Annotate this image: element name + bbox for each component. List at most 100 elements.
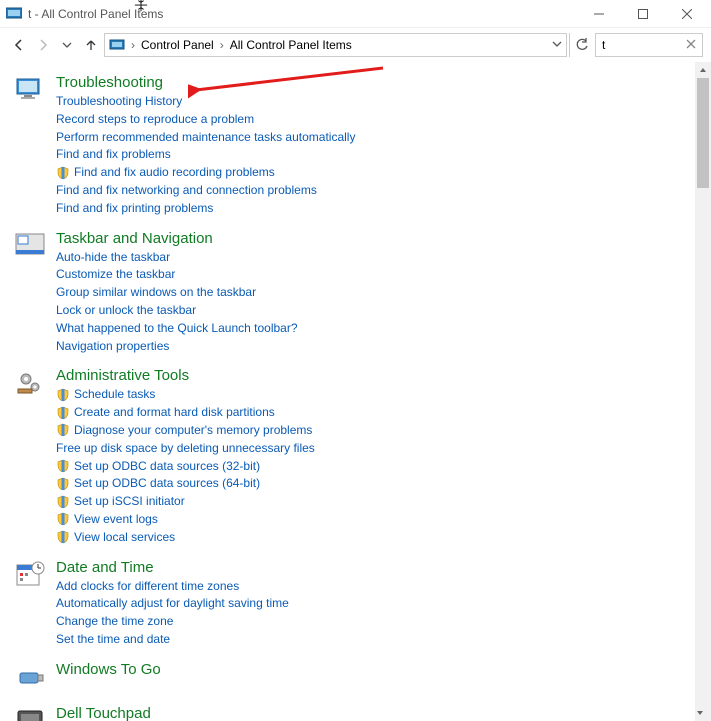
- breadcrumb-part-control-panel[interactable]: Control Panel: [137, 38, 218, 52]
- result-row: Find and fix networking and connection p…: [56, 182, 355, 199]
- uac-shield-icon: [56, 512, 70, 526]
- vertical-scrollbar[interactable]: [695, 62, 711, 721]
- result-link[interactable]: Create and format hard disk partitions: [74, 404, 275, 421]
- monitor-icon: [14, 74, 46, 106]
- result-link[interactable]: Schedule tasks: [74, 386, 155, 403]
- result-link[interactable]: Find and fix audio recording problems: [74, 164, 275, 181]
- category-title-dell-touchpad[interactable]: Dell Touchpad: [56, 705, 211, 721]
- app-icon: [6, 6, 22, 22]
- result-link[interactable]: Change the time zone: [56, 613, 173, 630]
- result-link[interactable]: Diagnose your computer's memory problems: [74, 422, 312, 439]
- up-button[interactable]: [80, 34, 102, 56]
- result-row: Customize the taskbar: [56, 266, 298, 283]
- result-row: Auto-hide the taskbar: [56, 249, 298, 266]
- address-dropdown-icon[interactable]: [552, 38, 562, 52]
- result-link[interactable]: Find and fix printing problems: [56, 200, 213, 217]
- result-link[interactable]: Record steps to reproduce a problem: [56, 111, 254, 128]
- address-bar[interactable]: › Control Panel › All Control Panel Item…: [104, 33, 567, 57]
- result-link[interactable]: Find and fix problems: [56, 146, 171, 163]
- refresh-button[interactable]: [569, 33, 593, 57]
- category-dell-touchpad: Dell TouchpadLaunch Mouse Control Panel: [14, 705, 697, 721]
- chevron-right-icon[interactable]: ›: [218, 38, 226, 52]
- result-link[interactable]: Free up disk space by deleting unnecessa…: [56, 440, 315, 457]
- nav-bar: › Control Panel › All Control Panel Item…: [0, 28, 711, 62]
- result-row: Change the time zone: [56, 613, 289, 630]
- result-link[interactable]: What happened to the Quick Launch toolba…: [56, 320, 298, 337]
- category-title-date-time[interactable]: Date and Time: [56, 559, 289, 576]
- result-row: Schedule tasks: [56, 386, 315, 403]
- result-row: Set the time and date: [56, 631, 289, 648]
- result-link[interactable]: Perform recommended maintenance tasks au…: [56, 129, 355, 146]
- uac-shield-icon: [56, 477, 70, 491]
- result-row: Set up iSCSI initiator: [56, 493, 315, 510]
- category-body: Date and Time Add clocks for different ti…: [56, 559, 289, 649]
- gears-icon: [14, 367, 46, 399]
- result-row: Find and fix problems: [56, 146, 355, 163]
- result-link[interactable]: Lock or unlock the taskbar: [56, 302, 196, 319]
- window-title: t - All Control Panel Items: [28, 7, 577, 21]
- result-row: Automatically adjust for daylight saving…: [56, 595, 289, 612]
- uac-shield-icon: [56, 495, 70, 509]
- uac-shield-icon: [56, 406, 70, 420]
- title-bar: t - All Control Panel Items: [0, 0, 711, 28]
- uac-shield-icon: [56, 423, 70, 437]
- result-link[interactable]: Auto-hide the taskbar: [56, 249, 170, 266]
- result-row: Diagnose your computer's memory problems: [56, 422, 315, 439]
- category-title-admin-tools[interactable]: Administrative Tools: [56, 367, 315, 384]
- minimize-button[interactable]: [577, 2, 621, 26]
- result-link[interactable]: Customize the taskbar: [56, 266, 175, 283]
- category-title-troubleshooting[interactable]: Troubleshooting: [56, 74, 355, 91]
- category-body: Windows To Go: [56, 661, 161, 680]
- result-link[interactable]: Troubleshooting History: [56, 93, 182, 110]
- result-link[interactable]: View local services: [74, 529, 175, 546]
- result-link[interactable]: Navigation properties: [56, 338, 169, 355]
- result-link[interactable]: Find and fix networking and connection p…: [56, 182, 317, 199]
- result-row: Lock or unlock the taskbar: [56, 302, 298, 319]
- results-pane: Troubleshooting Troubleshooting HistoryRe…: [0, 62, 711, 721]
- result-row: Set up ODBC data sources (32-bit): [56, 458, 315, 475]
- clear-search-icon[interactable]: [684, 38, 698, 52]
- scroll-down-arrow[interactable]: [695, 705, 705, 721]
- recent-dropdown-button[interactable]: [56, 34, 78, 56]
- search-box[interactable]: [595, 33, 703, 57]
- category-title-windows-to-go[interactable]: Windows To Go: [56, 661, 161, 678]
- maximize-button[interactable]: [621, 2, 665, 26]
- category-title-taskbar[interactable]: Taskbar and Navigation: [56, 230, 298, 247]
- result-row: Set up ODBC data sources (64-bit): [56, 475, 315, 492]
- result-link[interactable]: Set up ODBC data sources (32-bit): [74, 458, 260, 475]
- category-body: Troubleshooting Troubleshooting HistoryRe…: [56, 74, 355, 218]
- result-link[interactable]: View event logs: [74, 511, 158, 528]
- uac-shield-icon: [56, 166, 70, 180]
- scroll-up-arrow[interactable]: [695, 62, 711, 78]
- result-row: Free up disk space by deleting unnecessa…: [56, 440, 315, 457]
- search-input[interactable]: [600, 37, 684, 53]
- chevron-right-icon[interactable]: ›: [129, 38, 137, 52]
- close-button[interactable]: [665, 2, 709, 26]
- result-row: Create and format hard disk partitions: [56, 404, 315, 421]
- result-row: Add clocks for different time zones: [56, 578, 289, 595]
- result-link[interactable]: Group similar windows on the taskbar: [56, 284, 256, 301]
- category-body: Dell TouchpadLaunch Mouse Control Panel: [56, 705, 211, 721]
- category-date-time: Date and Time Add clocks for different ti…: [14, 559, 697, 649]
- category-body: Taskbar and Navigation Auto-hide the task…: [56, 230, 298, 356]
- category-troubleshooting: Troubleshooting Troubleshooting HistoryRe…: [14, 74, 697, 218]
- usb-icon: [14, 661, 46, 693]
- forward-button[interactable]: [32, 34, 54, 56]
- result-row: Find and fix audio recording problems: [56, 164, 355, 181]
- result-link[interactable]: Set the time and date: [56, 631, 170, 648]
- category-body: Administrative Tools Schedule tasksCreate…: [56, 367, 315, 546]
- breadcrumb-part-all-items[interactable]: All Control Panel Items: [226, 38, 356, 52]
- result-row: Find and fix printing problems: [56, 200, 355, 217]
- uac-shield-icon: [56, 459, 70, 473]
- result-row: View event logs: [56, 511, 315, 528]
- result-row: What happened to the Quick Launch toolba…: [56, 320, 298, 337]
- result-link[interactable]: Set up iSCSI initiator: [74, 493, 185, 510]
- back-button[interactable]: [8, 34, 30, 56]
- result-link[interactable]: Automatically adjust for daylight saving…: [56, 595, 289, 612]
- result-row: View local services: [56, 529, 315, 546]
- touchpad-icon: [14, 705, 46, 721]
- category-windows-to-go: Windows To Go: [14, 661, 697, 693]
- scroll-thumb[interactable]: [697, 78, 709, 188]
- result-link[interactable]: Set up ODBC data sources (64-bit): [74, 475, 260, 492]
- result-link[interactable]: Add clocks for different time zones: [56, 578, 239, 595]
